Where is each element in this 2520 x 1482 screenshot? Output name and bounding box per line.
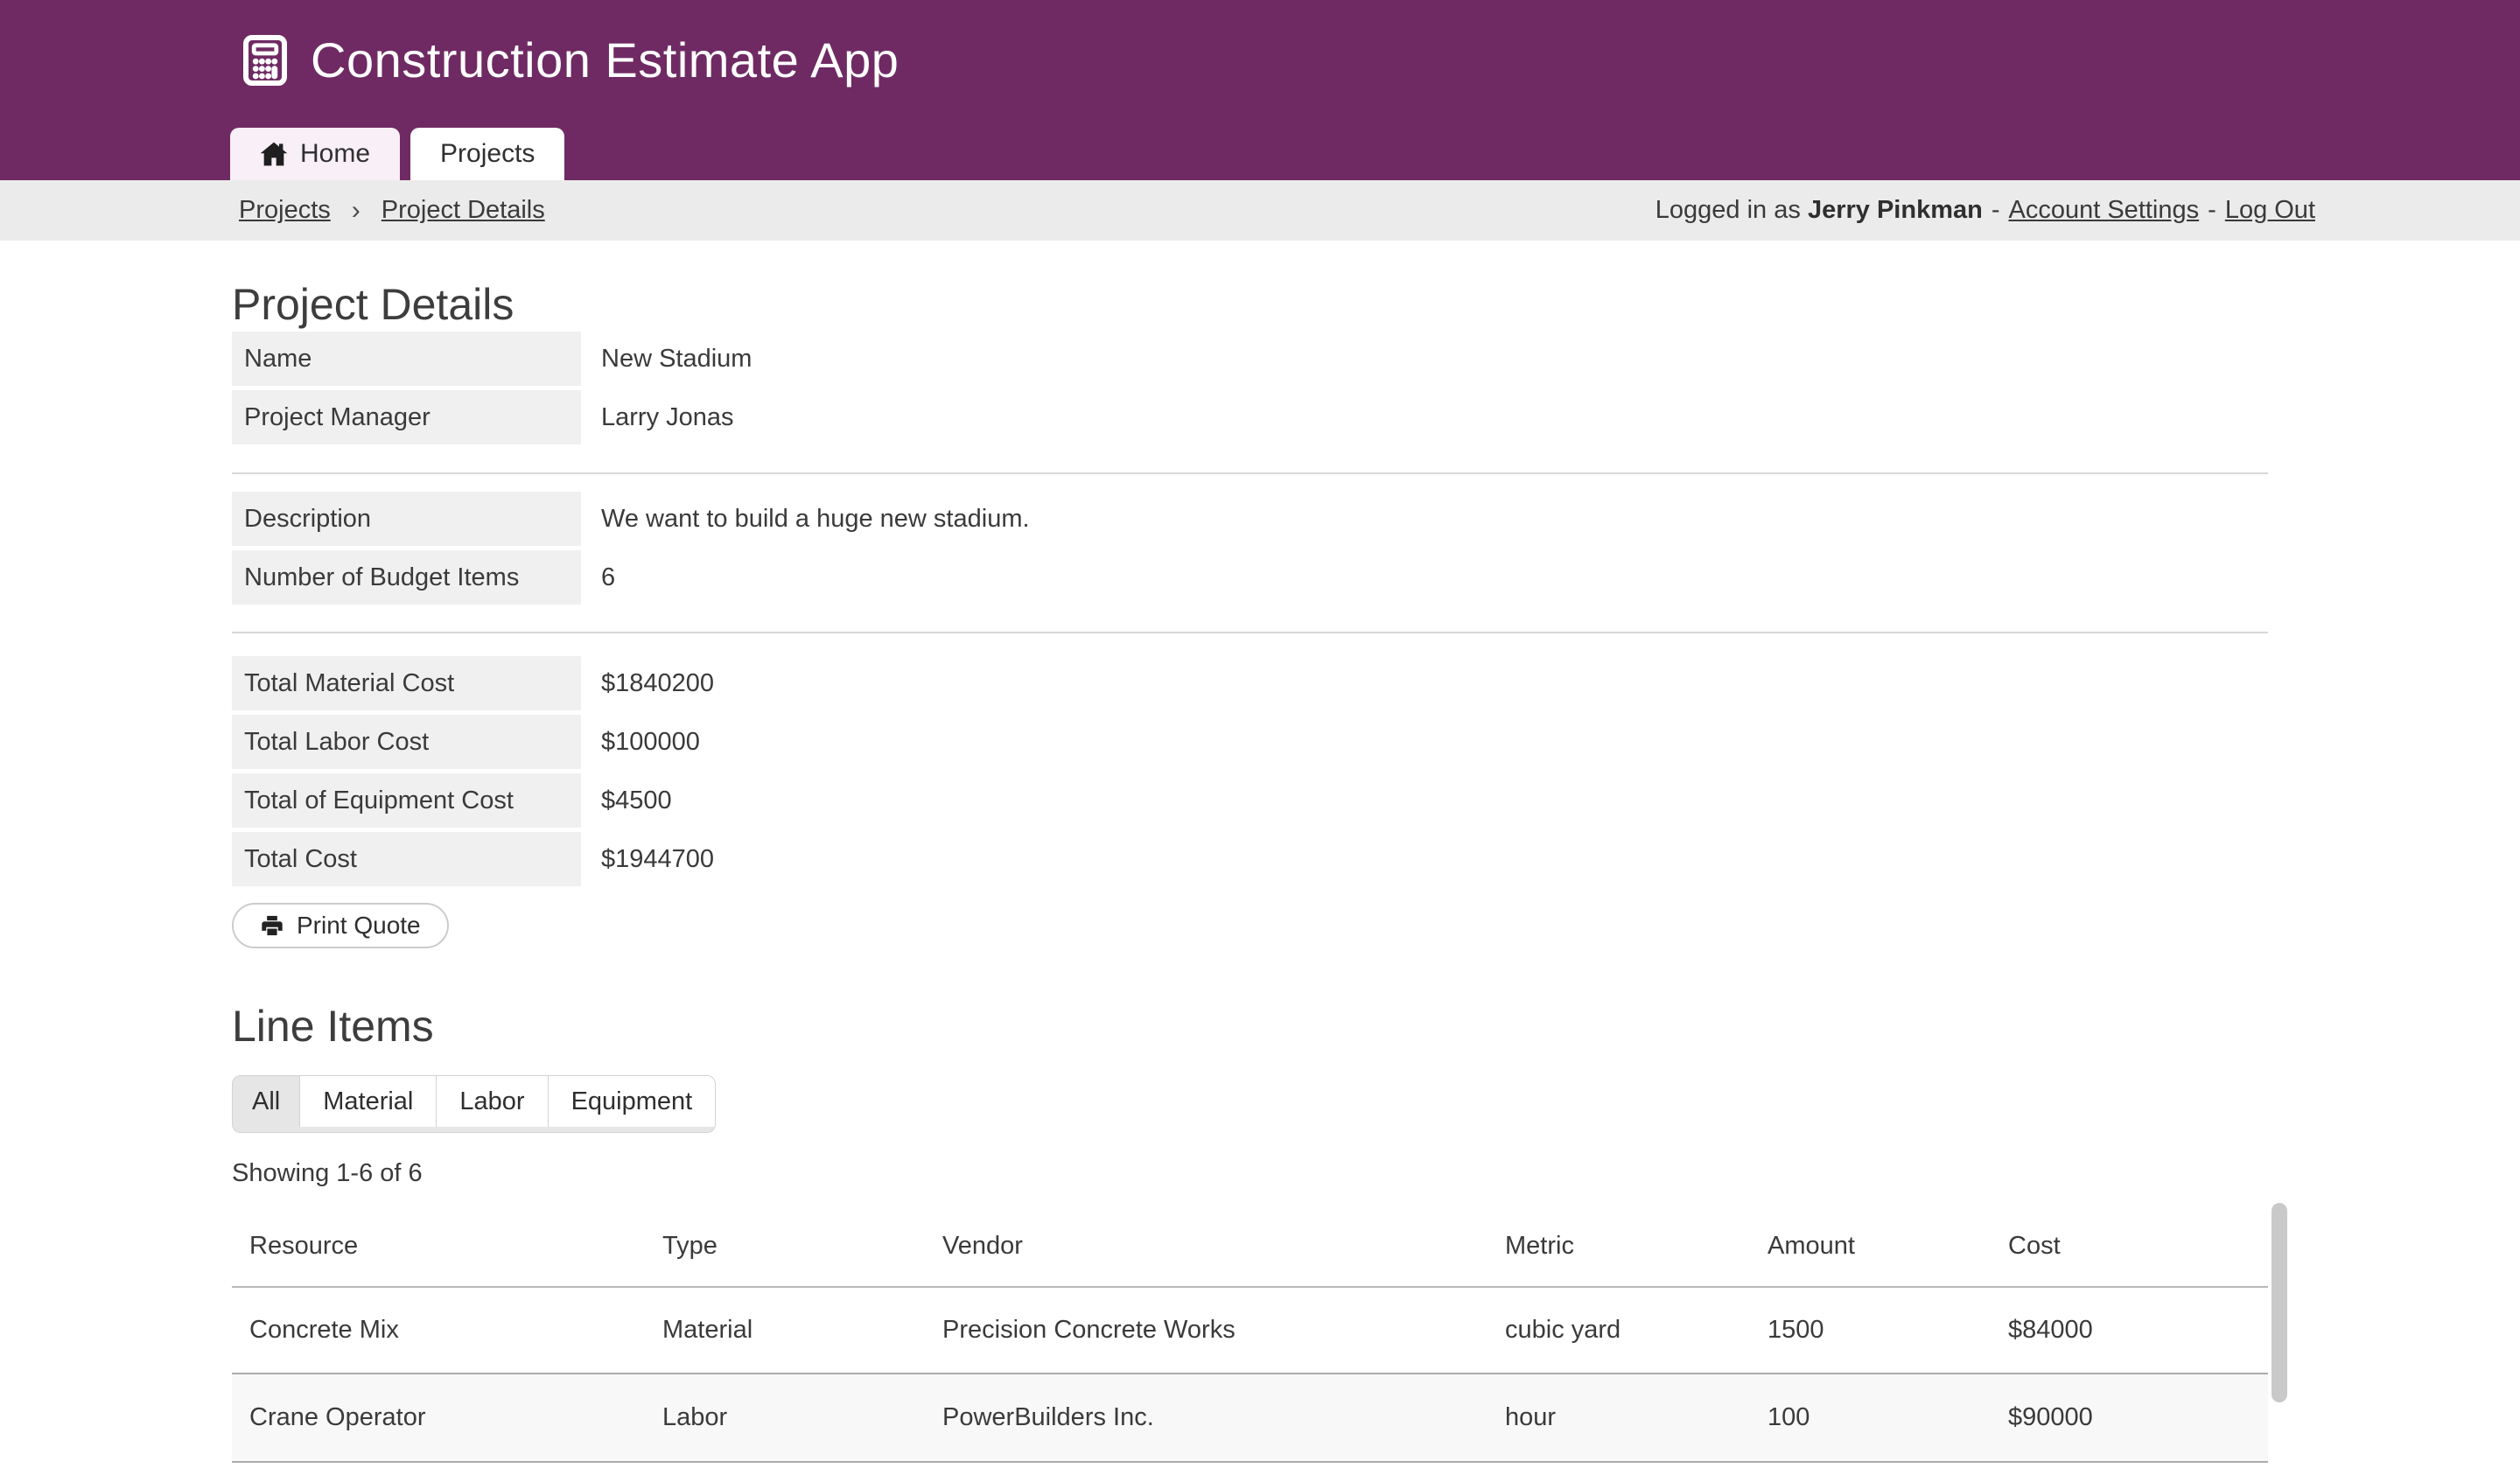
detail-value-total-material: $1840200	[601, 656, 714, 710]
detail-row: Name New Stadium	[232, 332, 2268, 386]
cell-resource: Crane Operator	[232, 1374, 645, 1462]
detail-value-project-manager: Larry Jonas	[601, 390, 734, 444]
cell-metric: cubic yard	[1488, 1287, 1750, 1374]
detail-value-total-cost: $1944700	[601, 832, 714, 886]
detail-group-totals: Total Material Cost $1840200 Total Labor…	[232, 656, 2268, 886]
cell-metric: hour	[1488, 1374, 1750, 1462]
cell-type: Material	[645, 1287, 925, 1374]
showing-count: Showing 1-6 of 6	[232, 1158, 2268, 1188]
breadcrumb-project-details-link[interactable]: Project Details	[382, 196, 545, 225]
tab-home[interactable]: Home	[230, 128, 400, 180]
breadcrumb: Projects › Project Details	[239, 196, 545, 226]
logged-in-prefix: Logged in as	[1656, 196, 1808, 224]
detail-value-description: We want to build a huge new stadium.	[601, 492, 1030, 546]
section-divider	[232, 632, 2268, 633]
detail-value-total-labor: $100000	[601, 715, 700, 769]
line-items-table: Resource Type Vendor Metric Amount Cost …	[232, 1206, 2268, 1463]
column-header-amount: Amount	[1750, 1206, 1991, 1287]
cell-amount: 100	[1750, 1374, 1991, 1462]
detail-row: Total Labor Cost $100000	[232, 715, 2268, 769]
filter-group: All Material Labor Equipment	[232, 1075, 716, 1133]
session-info: Logged in as Jerry Pinkman-Account Setti…	[1656, 196, 2315, 225]
logged-in-user: Jerry Pinkman	[1808, 196, 1983, 224]
detail-row: Total Cost $1944700	[232, 832, 2268, 886]
table-header-row: Resource Type Vendor Metric Amount Cost	[232, 1206, 2268, 1287]
account-settings-link[interactable]: Account Settings	[2009, 196, 2200, 224]
tab-projects-label: Projects	[440, 139, 535, 169]
cell-vendor: PowerBuilders Inc.	[925, 1374, 1488, 1462]
filter-labor-button[interactable]: Labor	[436, 1076, 547, 1127]
detail-row: Description We want to build a huge new …	[232, 492, 2268, 546]
detail-row: Total Material Cost $1840200	[232, 656, 2268, 710]
column-header-type: Type	[645, 1206, 925, 1287]
filter-all-button[interactable]: All	[233, 1076, 299, 1127]
detail-value-budget-items: 6	[601, 550, 615, 605]
table-row: Concrete Mix Material Precision Concrete…	[232, 1287, 2268, 1374]
detail-row: Number of Budget Items 6	[232, 550, 2268, 605]
breadcrumb-projects-link[interactable]: Projects	[239, 196, 331, 225]
table-scrollbar-thumb[interactable]	[2272, 1203, 2287, 1402]
detail-label-name: Name	[232, 332, 581, 386]
detail-row: Total of Equipment Cost $4500	[232, 773, 2268, 828]
tab-home-label: Home	[300, 139, 370, 169]
brand: Construction Estimate App	[242, 31, 899, 88]
separator-dash: -	[2208, 196, 2216, 224]
line-items-title: Line Items	[232, 1001, 2268, 1052]
home-icon	[260, 142, 288, 166]
app-header: Construction Estimate App Home Projects	[0, 0, 2520, 180]
log-out-link[interactable]: Log Out	[2225, 196, 2315, 224]
cell-type: Labor	[645, 1374, 925, 1462]
separator-dash: -	[1992, 196, 2000, 224]
detail-label-budget-items: Number of Budget Items	[232, 550, 581, 605]
detail-label-total-material: Total Material Cost	[232, 656, 581, 710]
chevron-right-icon: ›	[352, 196, 360, 226]
app-title: Construction Estimate App	[311, 31, 899, 88]
cell-vendor: Precision Concrete Works	[925, 1287, 1488, 1374]
section-divider	[232, 472, 2268, 474]
detail-group-basic: Name New Stadium Project Manager Larry J…	[232, 332, 2268, 444]
print-quote-label: Print Quote	[297, 912, 421, 940]
tab-projects[interactable]: Projects	[410, 128, 564, 180]
main-tabs: Home Projects	[230, 128, 564, 180]
detail-label-project-manager: Project Manager	[232, 390, 581, 444]
column-header-metric: Metric	[1488, 1206, 1750, 1287]
cell-resource: Concrete Mix	[232, 1287, 645, 1374]
page-title: Project Details	[232, 279, 2268, 330]
detail-label-total-cost: Total Cost	[232, 832, 581, 886]
detail-row: Project Manager Larry Jonas	[232, 390, 2268, 444]
print-quote-button[interactable]: Print Quote	[232, 903, 449, 948]
column-header-vendor: Vendor	[925, 1206, 1488, 1287]
detail-group-description: Description We want to build a huge new …	[232, 492, 2268, 605]
cell-amount: 1500	[1750, 1287, 1991, 1374]
calculator-icon	[242, 34, 288, 87]
detail-value-name: New Stadium	[601, 332, 752, 386]
main-content: Project Details Name New Stadium Project…	[0, 279, 2268, 1482]
detail-label-total-labor: Total Labor Cost	[232, 715, 581, 769]
filter-equipment-button[interactable]: Equipment	[548, 1076, 716, 1127]
filter-material-button[interactable]: Material	[299, 1076, 436, 1127]
line-items-table-container: Resource Type Vendor Metric Amount Cost …	[232, 1206, 2268, 1482]
printer-icon	[260, 913, 284, 938]
cell-cost: $84000	[1991, 1287, 2268, 1374]
detail-label-total-equipment: Total of Equipment Cost	[232, 773, 581, 828]
column-header-resource: Resource	[232, 1206, 645, 1287]
cell-cost: $90000	[1991, 1374, 2268, 1462]
column-header-cost: Cost	[1991, 1206, 2268, 1287]
detail-value-total-equipment: $4500	[601, 773, 672, 828]
table-row: Crane Operator Labor PowerBuilders Inc. …	[232, 1374, 2268, 1462]
detail-label-description: Description	[232, 492, 581, 546]
breadcrumb-bar: Projects › Project Details Logged in as …	[0, 180, 2520, 241]
